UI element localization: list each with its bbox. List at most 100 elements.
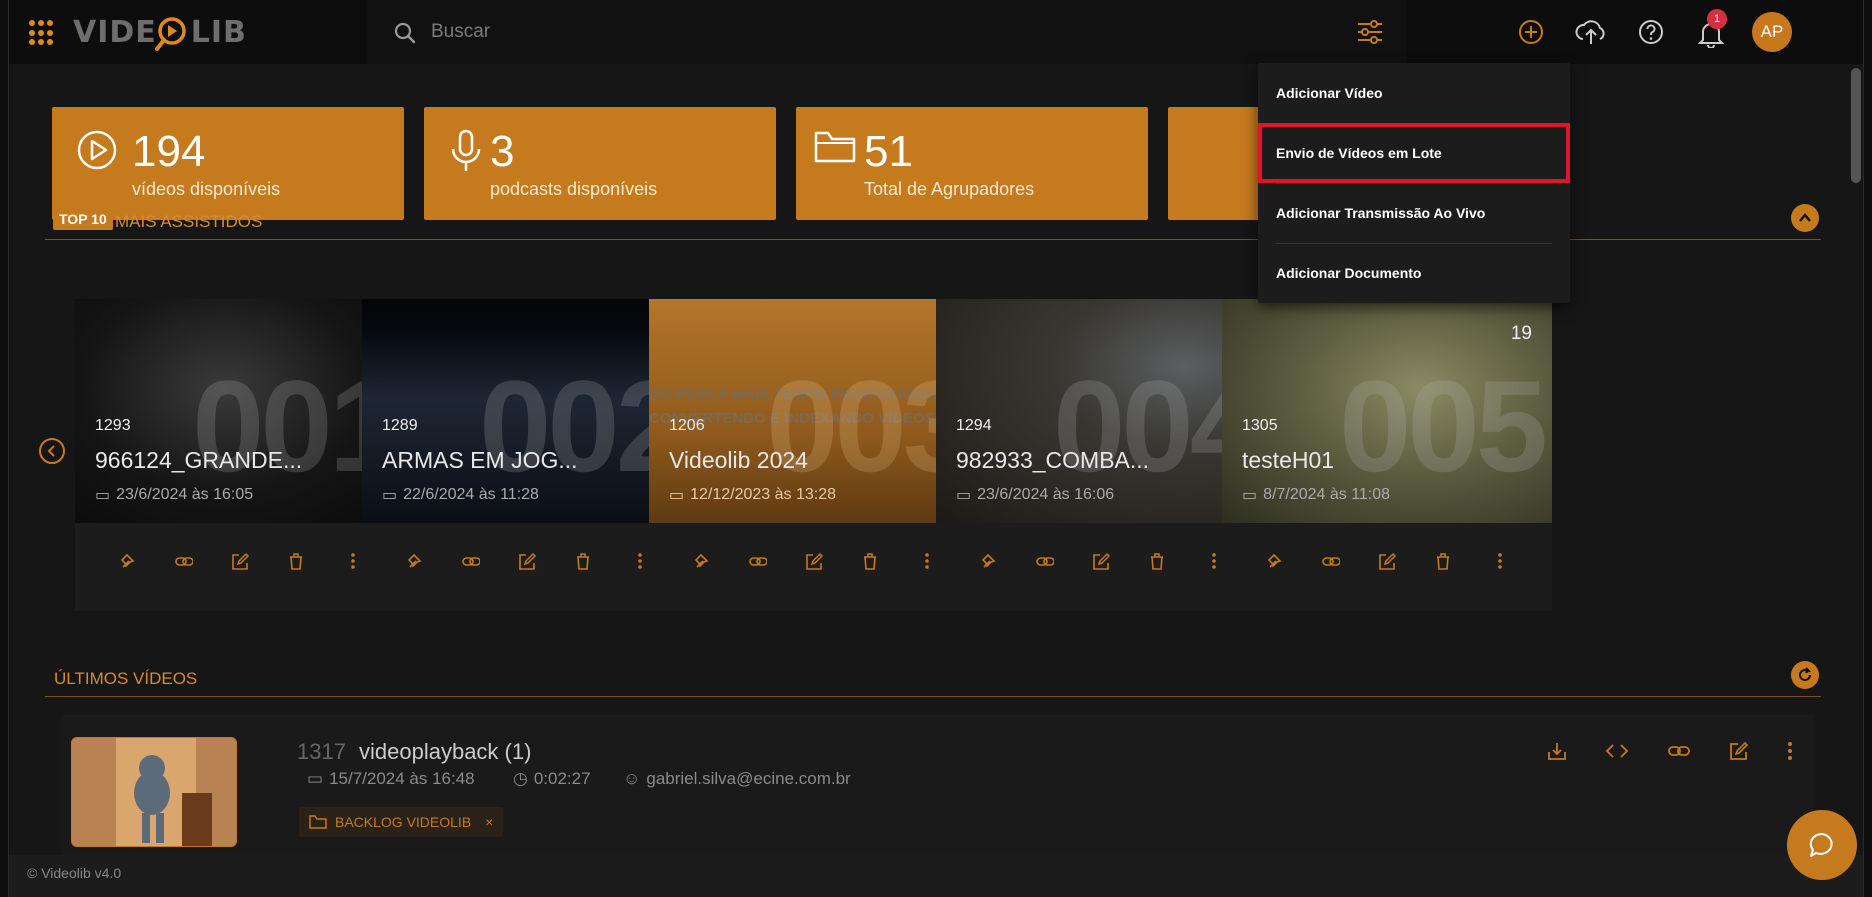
- video-thumbnail[interactable]: 002 90 1289 ARMAS EM JOG... ▭22/6/2024 à…: [362, 299, 692, 523]
- help-icon[interactable]: [1637, 18, 1665, 46]
- video-duration: ◷ 0:02:27: [513, 769, 591, 789]
- stat-card-podcasts[interactable]: 3 podcasts disponíveis: [424, 107, 776, 220]
- add-menu-dropdown: Adicionar Vídeo Envio de Vídeos em Lote …: [1258, 63, 1570, 303]
- add-circle-icon[interactable]: [1517, 18, 1545, 46]
- remove-tag-icon[interactable]: ×: [485, 814, 493, 830]
- trash-icon[interactable]: [574, 552, 592, 570]
- more-vertical-icon[interactable]: [918, 552, 936, 570]
- top10-card[interactable]: 002 90 1289 ARMAS EM JOG... ▭22/6/2024 à…: [362, 299, 692, 611]
- stat-card-groupers[interactable]: 51 Total de Agrupadores: [796, 107, 1148, 220]
- carousel-prev-button[interactable]: [39, 438, 65, 464]
- video-id: 1293: [95, 417, 131, 434]
- link-icon[interactable]: [1035, 552, 1054, 570]
- top10-card[interactable]: ÃO PERCA MAIS TEMPO PROCURANDO CONVERTEN…: [649, 299, 979, 611]
- refresh-icon: [1799, 667, 1812, 681]
- edit-icon[interactable]: [231, 552, 249, 570]
- more-vertical-icon[interactable]: [1787, 741, 1793, 761]
- collapse-button[interactable]: [1791, 204, 1819, 232]
- video-thumbnail[interactable]: ÃO PERCA MAIS TEMPO PROCURANDO CONVERTEN…: [649, 299, 979, 523]
- download-icon[interactable]: [1547, 741, 1567, 761]
- video-thumbnail[interactable]: 001 93 1293 966124_GRANDE... ▭23/6/2024 …: [75, 299, 405, 523]
- card-actions: [936, 541, 1266, 581]
- date-text: 8/7/2024 às 11:08: [1263, 486, 1391, 503]
- video-title[interactable]: videoplayback (1): [359, 739, 531, 765]
- video-id: 1294: [956, 417, 992, 434]
- folder-tag[interactable]: BACKLOG VIDEOLIB ×: [299, 807, 504, 837]
- edit-icon[interactable]: [1092, 552, 1110, 570]
- link-icon[interactable]: [461, 552, 480, 570]
- logo-text-right: LIB: [190, 14, 247, 50]
- pin-icon[interactable]: [979, 552, 997, 570]
- calendar-icon: ▭: [382, 487, 398, 504]
- video-thumbnail[interactable]: 005 19 1305 testeH01 ▭ 8/7/2024 às 11:08: [1222, 299, 1552, 523]
- trash-icon[interactable]: [1148, 552, 1166, 570]
- search-icon[interactable]: [393, 21, 417, 45]
- top10-card[interactable]: 004 19 1294 982933_COMBA... ▭23/6/2024 à…: [936, 299, 1266, 611]
- pin-icon[interactable]: [692, 552, 710, 570]
- trash-icon[interactable]: [287, 552, 305, 570]
- rank-number: 005: [1339, 353, 1548, 499]
- video-thumbnail[interactable]: [71, 737, 237, 847]
- date-text: 15/7/2024 às 16:48: [329, 769, 475, 788]
- avatar[interactable]: AP: [1752, 12, 1792, 52]
- trash-icon[interactable]: [861, 552, 879, 570]
- menu-item-add-video[interactable]: Adicionar Vídeo: [1258, 63, 1570, 123]
- top10-title: MAIS ASSISTIDOS: [115, 212, 263, 231]
- stat-card-videos[interactable]: 194 vídeos disponíveis: [52, 107, 404, 220]
- date-text: 23/6/2024 às 16:06: [977, 486, 1115, 503]
- menu-item-batch-upload[interactable]: Envio de Vídeos em Lote: [1258, 123, 1570, 183]
- more-vertical-icon[interactable]: [631, 552, 649, 570]
- video-thumbnail[interactable]: 004 19 1294 982933_COMBA... ▭23/6/2024 à…: [936, 299, 1266, 523]
- calendar-icon: ▭: [1242, 487, 1258, 504]
- calendar-icon: ▭: [669, 487, 685, 504]
- cloud-upload-icon[interactable]: [1575, 18, 1607, 46]
- chat-button[interactable]: [1787, 810, 1857, 880]
- video-id: 1305: [1242, 417, 1278, 434]
- latest-title: ÚLTIMOS VÍDEOS: [54, 669, 198, 688]
- tag-label: BACKLOG VIDEOLIB: [335, 814, 472, 830]
- scrollbar[interactable]: [1851, 68, 1861, 183]
- owner-text: gabriel.silva@ecine.com.br: [646, 769, 851, 788]
- row-actions: [1547, 741, 1793, 761]
- card-actions: [362, 541, 692, 581]
- user-icon: ☺: [623, 769, 641, 788]
- pin-icon[interactable]: [405, 552, 423, 570]
- card-actions: [1222, 541, 1552, 581]
- video-title: testeH01: [1242, 447, 1335, 473]
- top10-card[interactable]: 001 93 1293 966124_GRANDE... ▭23/6/2024 …: [75, 299, 405, 611]
- edit-icon[interactable]: [1378, 552, 1396, 570]
- date-text: 12/12/2023 às 13:28: [690, 486, 837, 503]
- stat-value: 51: [864, 127, 913, 176]
- link-icon[interactable]: [1667, 741, 1691, 761]
- apps-grid-icon[interactable]: [29, 20, 55, 46]
- top10-card[interactable]: 005 19 1305 testeH01 ▭ 8/7/2024 às 11:08: [1222, 299, 1552, 611]
- clock-icon: ◷: [513, 769, 528, 788]
- top10-badge: TOP 10: [53, 208, 113, 230]
- video-date: ▭ 8/7/2024 às 11:08: [1242, 485, 1390, 505]
- search-input[interactable]: [431, 18, 1131, 46]
- video-title: ARMAS EM JOG...: [382, 447, 578, 473]
- link-icon[interactable]: [174, 552, 193, 570]
- embed-code-icon[interactable]: [1605, 741, 1629, 761]
- link-icon[interactable]: [1321, 552, 1340, 570]
- video-id: 1317: [297, 739, 346, 764]
- refresh-button[interactable]: [1791, 661, 1819, 689]
- more-vertical-icon[interactable]: [1205, 552, 1223, 570]
- edit-icon[interactable]: [518, 552, 536, 570]
- logo[interactable]: VIDE LIB: [73, 14, 247, 51]
- menu-item-add-document[interactable]: Adicionar Documento: [1258, 243, 1570, 303]
- notification-badge: 1: [1707, 9, 1727, 29]
- edit-icon[interactable]: [805, 552, 823, 570]
- trash-icon[interactable]: [1434, 552, 1452, 570]
- more-vertical-icon[interactable]: [344, 552, 362, 570]
- folder-icon: [309, 815, 327, 829]
- pin-icon[interactable]: [1265, 552, 1283, 570]
- edit-icon[interactable]: [1729, 741, 1749, 761]
- chevron-up-icon: [1799, 213, 1811, 222]
- video-row[interactable]: 1317 videoplayback (1) ▭ 15/7/2024 às 16:…: [61, 715, 1813, 865]
- more-vertical-icon[interactable]: [1491, 552, 1509, 570]
- link-icon[interactable]: [748, 552, 767, 570]
- menu-item-add-live[interactable]: Adicionar Transmissão Ao Vivo: [1258, 183, 1570, 243]
- pin-icon[interactable]: [118, 552, 136, 570]
- filter-sliders-icon[interactable]: [1357, 20, 1383, 44]
